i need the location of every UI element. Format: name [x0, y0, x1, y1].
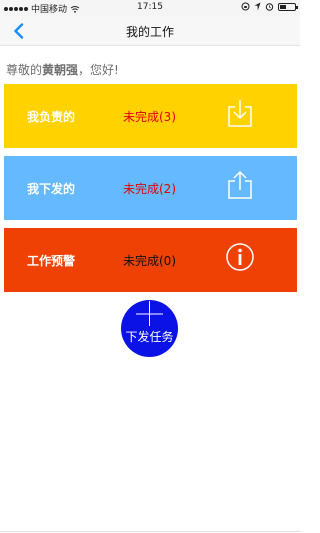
card-my-issued[interactable]: 我下发的 未完成(2) [4, 156, 297, 220]
status-right [241, 2, 298, 11]
greeting: 尊敬的黄朝强，您好! [6, 61, 119, 78]
alarm-icon [265, 3, 274, 11]
card-my-responsible[interactable]: 我负责的 未完成(3) [4, 84, 297, 148]
upload-icon [228, 170, 252, 199]
user-name: 黄朝强 [42, 63, 79, 77]
greeting-suffix: ，您好! [78, 63, 119, 77]
card-label: 工作预警 [27, 254, 76, 268]
card-status: 未完成(0) [123, 254, 176, 268]
location-icon [254, 2, 261, 11]
page-title: 我的工作 [125, 25, 174, 39]
issue-task-button[interactable]: 下发任务 [121, 300, 178, 357]
greeting-prefix: 尊敬的 [6, 63, 43, 77]
lock-rotation-icon [241, 2, 250, 11]
info-icon [226, 243, 254, 271]
bottom-divider [0, 531, 300, 532]
status-bar: 中国移动 17:15 [0, 0, 300, 16]
download-icon [228, 100, 252, 127]
nav-bar: 我的工作 [0, 16, 300, 46]
card-status: 未完成(2) [123, 182, 176, 196]
card-label: 我下发的 [27, 182, 76, 196]
card-label: 我负责的 [27, 110, 76, 124]
battery-icon [278, 2, 298, 11]
card-status: 未完成(3) [123, 110, 176, 124]
issue-task-label: 下发任务 [125, 330, 174, 344]
card-work-warning[interactable]: 工作预警 未完成(0) [4, 228, 297, 292]
